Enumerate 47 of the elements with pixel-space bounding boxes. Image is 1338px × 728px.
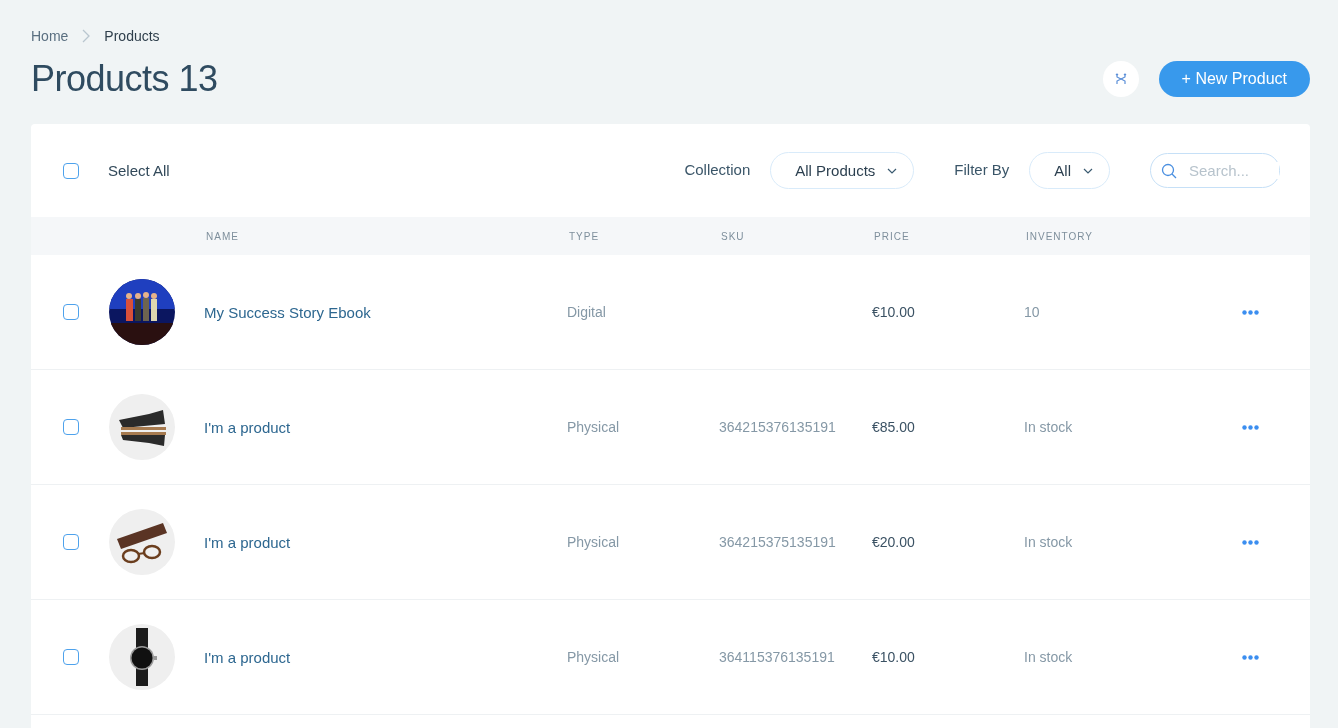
collection-dropdown[interactable]: All Products	[770, 152, 915, 189]
more-icon	[1241, 424, 1259, 430]
table-cell-text: 364215376135191	[719, 419, 837, 435]
row-checkbox[interactable]	[63, 534, 79, 550]
table-cell-text: Digital	[567, 304, 607, 320]
table-cell-text: In stock	[1024, 534, 1074, 550]
chevron-icon	[82, 29, 91, 43]
table-cell-text: Physical	[567, 419, 621, 435]
table-cell-text: €20.00	[872, 534, 916, 550]
product-name[interactable]: I'm a product	[204, 418, 567, 436]
icon-button[interactable]	[1102, 61, 1139, 97]
table-cell-text: Physical	[567, 534, 621, 550]
table-cell-text: In stock	[1024, 649, 1074, 665]
table-cell-text: €10.00	[872, 649, 916, 665]
product-name[interactable]: My Success Story Ebook	[204, 303, 567, 321]
breadcrumb-link[interactable]: Home	[31, 28, 69, 44]
table-cell-text: €85.00	[872, 419, 916, 435]
product-name[interactable]: I'm a product	[204, 533, 567, 551]
select-all-checkbox[interactable]	[63, 162, 79, 179]
column-header: SKU	[720, 230, 746, 242]
column-header: NAME	[205, 230, 240, 242]
table-cell-text: 364215375135191	[719, 534, 837, 550]
more-icon	[1241, 654, 1259, 660]
arrows-icon	[1114, 73, 1127, 85]
table-cell-text: Physical	[567, 649, 621, 665]
search-icon	[1161, 162, 1177, 179]
row-checkbox[interactable]	[63, 649, 79, 665]
row-checkbox[interactable]	[63, 304, 79, 320]
table-cell-text: €10.00	[872, 304, 916, 320]
row-checkbox[interactable]	[63, 419, 79, 435]
filter-label: Filter By	[954, 160, 1010, 178]
product-name[interactable]: I'm a product	[204, 648, 567, 666]
column-header: PRICE	[873, 230, 911, 242]
more-icon	[1241, 309, 1259, 315]
table-cell-text: 10	[1024, 304, 1041, 320]
column-header: INVENTORY	[1025, 230, 1094, 242]
caret-icon	[1083, 167, 1093, 174]
page-title: Products 13	[31, 58, 218, 100]
caret-icon	[887, 167, 898, 174]
table-cell-text: 364115376135191	[719, 649, 836, 665]
more-icon	[1241, 539, 1259, 545]
filter-dropdown[interactable]: All	[1029, 152, 1110, 189]
column-header: TYPE	[568, 230, 601, 242]
collection-label: Collection	[684, 160, 751, 178]
breadcrumb-link[interactable]: Products	[104, 28, 160, 44]
table-cell-text: In stock	[1024, 419, 1074, 435]
select-all-label: Select All	[108, 162, 170, 179]
